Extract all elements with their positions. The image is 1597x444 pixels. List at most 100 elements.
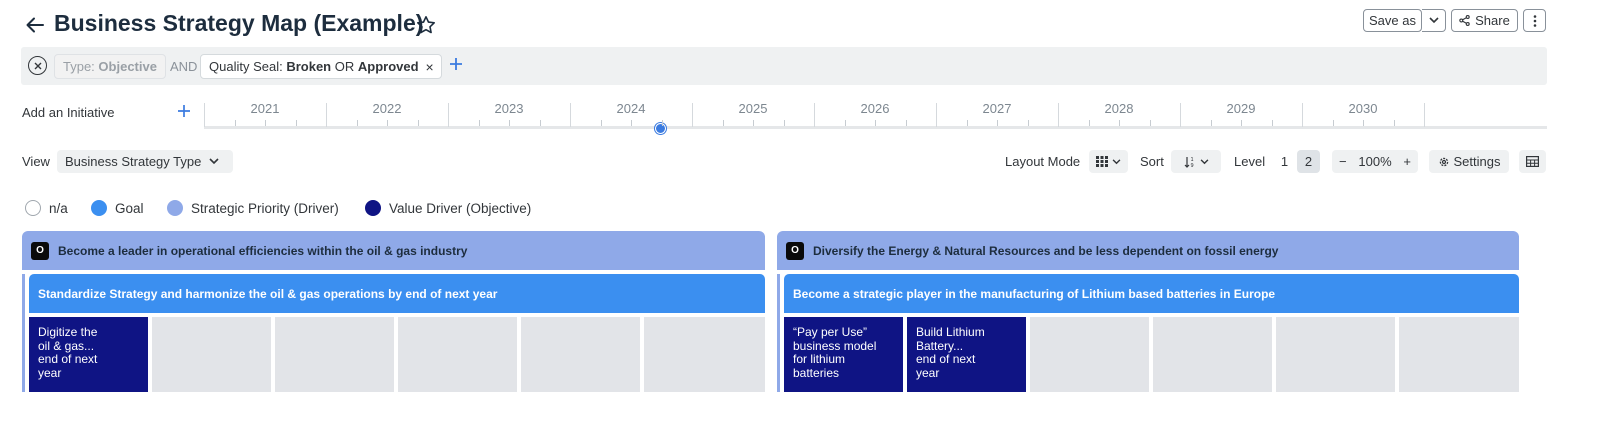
share-button[interactable]: Share [1451, 9, 1518, 32]
timeline-quarter-tick [234, 120, 236, 126]
timeline-quarter-tick [631, 120, 632, 126]
settings-button[interactable]: Settings [1429, 150, 1509, 173]
gear-icon [1439, 157, 1448, 166]
objective-card[interactable]: O Become a leader in operational efficie… [22, 231, 765, 270]
layout-mode-button[interactable] [1089, 150, 1128, 173]
timeline-year-label: 2029 [1226, 101, 1256, 116]
chevron-down-icon [1428, 17, 1439, 24]
timeline-quarter-tick [875, 120, 876, 126]
timeline-quarter-tick [509, 120, 510, 126]
goal-card[interactable]: Standardize Strategy and harmonize the o… [29, 274, 765, 313]
timeline-quarter-tick [1149, 120, 1151, 126]
filter-value: Approved [357, 59, 419, 74]
timeline[interactable]: 2021 2022 2023 2024 2025 2026 2027 2028 2029 2030 [204, 95, 1547, 135]
legend-item-value-driver: Value Driver (Objective) [365, 200, 531, 216]
more-actions-button[interactable] [1523, 9, 1546, 32]
timeline-year-label: 2025 [738, 101, 768, 116]
objective-badge: O [786, 241, 804, 260]
timeline-year-label: 2027 [982, 101, 1012, 116]
timeline-year-divider [448, 103, 449, 127]
remove-filter-icon[interactable]: × [426, 59, 434, 75]
filter-key: Type: [63, 59, 95, 74]
zoom-in-button[interactable]: + [1403, 154, 1411, 169]
chevron-down-icon [1200, 158, 1208, 164]
legend-swatch [91, 200, 107, 216]
objective-title: Diversify the Energy & Natural Resources… [813, 243, 1279, 258]
timeline-quarter-tick [753, 120, 754, 126]
timeline-quarter-tick [1393, 120, 1395, 126]
timeline-quarter-tick [387, 120, 388, 126]
settings-label: Settings [1453, 154, 1501, 169]
legend-swatch [365, 200, 381, 216]
timeline-quarter-tick [1271, 120, 1273, 126]
column-border [777, 274, 780, 392]
table-icon [1526, 156, 1539, 167]
timeline-track [204, 126, 1547, 129]
filter-chip-quality-seal[interactable]: Quality Seal: Broken OR Approved × [200, 54, 442, 79]
sort-ascending-icon: 1 9 [1184, 156, 1193, 168]
chevron-down-icon [209, 158, 219, 165]
legend-label: n/a [49, 200, 68, 216]
timeline-quarter-tick [539, 120, 541, 126]
goal-card[interactable]: Become a strategic player in the manufac… [784, 274, 1519, 313]
value-driver-card[interactable]: Build Lithium Battery... end of next yea… [907, 317, 1026, 392]
timeline-year-divider [1424, 103, 1425, 127]
timeline-year-divider [204, 103, 205, 127]
timeline-year-divider [1180, 103, 1181, 127]
more-vertical-icon [1533, 14, 1536, 27]
empty-cell [275, 317, 394, 392]
driver-text-line: end of next [916, 352, 976, 366]
timeline-year-label: 2021 [250, 101, 280, 116]
column-border [22, 274, 25, 392]
favorite-star-icon[interactable] [416, 15, 436, 35]
timeline-quarter-tick [905, 120, 907, 126]
sort-label: Sort [1140, 154, 1164, 169]
filter-value: Broken [286, 59, 332, 74]
sort-button[interactable]: 1 9 [1171, 150, 1221, 173]
timeline-quarter-tick [417, 120, 419, 126]
objective-card[interactable]: O Diversify the Energy & Natural Resourc… [777, 231, 1519, 270]
view-select-value: Business Strategy Type [65, 154, 202, 169]
clear-filters-button[interactable] [28, 56, 47, 75]
timeline-quarter-tick [1027, 120, 1029, 126]
timeline-quarter-tick [295, 120, 297, 126]
timeline-year-label: 2023 [494, 101, 524, 116]
zoom-out-button[interactable]: − [1339, 154, 1347, 169]
chevron-down-icon [1112, 158, 1121, 164]
legend-swatch [25, 200, 41, 216]
timeline-quarter-tick [783, 120, 785, 126]
timeline-current-marker[interactable] [655, 123, 666, 134]
driver-text-line: batteries [793, 365, 840, 380]
filter-chip-type[interactable]: Type: Objective [54, 54, 166, 79]
value-driver-card[interactable]: “Pay per Use” business model for lithium… [784, 317, 903, 392]
level-2-button[interactable]: 2 [1297, 150, 1320, 173]
zoom-control: − 100% + [1332, 150, 1418, 173]
level-1-button[interactable]: 1 [1273, 150, 1296, 173]
arrow-left-icon [26, 17, 44, 33]
plus-icon [450, 58, 462, 70]
objective-title: Become a leader in operational efficienc… [58, 243, 468, 258]
driver-text-line: business model [793, 338, 877, 353]
timeline-year-divider [1058, 103, 1059, 127]
filter-value: Objective [98, 59, 157, 74]
view-select[interactable]: Business Strategy Type [57, 150, 233, 173]
value-driver-card[interactable]: Digitize the oil & gas... end of next ye… [29, 317, 148, 392]
empty-cell [398, 317, 517, 392]
back-button[interactable] [24, 14, 46, 36]
empty-cell [521, 317, 640, 392]
timeline-quarter-tick [844, 120, 846, 126]
timeline-year-label: 2030 [1348, 101, 1378, 116]
table-view-button[interactable] [1519, 150, 1546, 173]
add-initiative-label: Add an Initiative [22, 105, 115, 120]
add-filter-button[interactable] [447, 55, 465, 73]
timeline-quarter-tick [966, 120, 968, 126]
add-initiative-button[interactable] [176, 103, 192, 119]
timeline-quarter-tick [661, 120, 663, 126]
timeline-quarter-tick [1332, 120, 1334, 126]
empty-cell [1399, 317, 1519, 392]
layout-mode-label: Layout Mode [1005, 154, 1081, 169]
empty-cell [1153, 317, 1272, 392]
save-options-dropdown[interactable] [1422, 9, 1446, 32]
save-as-button[interactable]: Save as [1363, 9, 1422, 32]
timeline-quarter-tick [1119, 120, 1120, 126]
